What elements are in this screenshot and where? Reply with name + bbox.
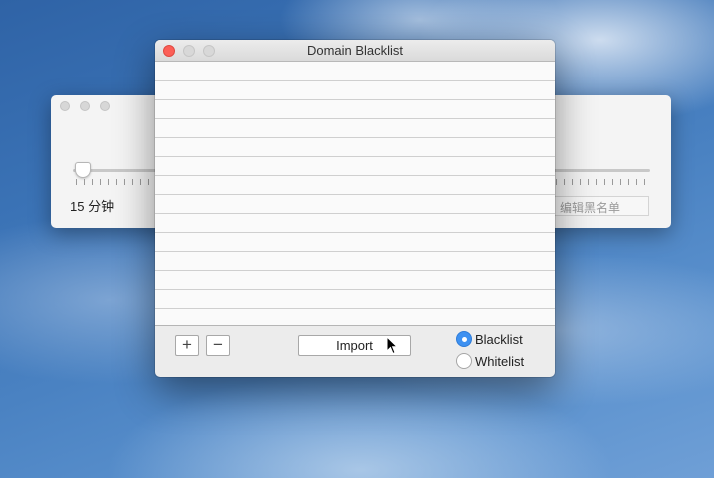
domain-blacklist-window: Domain Blacklist + − Import Blacklist Wh… — [155, 40, 555, 377]
close-dot-icon[interactable] — [60, 101, 70, 111]
blacklist-radio-option[interactable]: Blacklist — [456, 330, 523, 348]
table-row[interactable] — [155, 138, 555, 157]
table-row[interactable] — [155, 195, 555, 214]
domain-list[interactable] — [155, 62, 555, 326]
whitelist-radio-option[interactable]: Whitelist — [456, 352, 524, 370]
table-row[interactable] — [155, 100, 555, 119]
table-row[interactable] — [155, 119, 555, 138]
table-row[interactable] — [155, 271, 555, 290]
minimize-dot-icon[interactable] — [80, 101, 90, 111]
whitelist-radio[interactable] — [456, 353, 472, 369]
table-row[interactable] — [155, 62, 555, 81]
table-row[interactable] — [155, 252, 555, 271]
whitelist-label: Whitelist — [475, 353, 525, 369]
window-title: Domain Blacklist — [306, 43, 404, 58]
table-row[interactable] — [155, 233, 555, 252]
blacklist-radio[interactable] — [456, 331, 472, 347]
table-row[interactable] — [155, 214, 555, 233]
add-domain-button[interactable]: + — [175, 335, 199, 356]
duration-label: 15 分钟 — [70, 199, 115, 214]
duration-slider-thumb[interactable] — [75, 162, 91, 178]
table-row[interactable] — [155, 157, 555, 176]
blacklist-label: Blacklist — [475, 331, 523, 347]
mouse-cursor-icon — [386, 336, 398, 355]
table-row[interactable] — [155, 176, 555, 195]
table-row[interactable] — [155, 290, 555, 309]
remove-domain-button[interactable]: − — [206, 335, 230, 356]
edit-blacklist-field[interactable]: 编辑黑名单 — [553, 196, 649, 216]
title-bar[interactable]: Domain Blacklist — [155, 40, 555, 62]
table-row[interactable] — [155, 81, 555, 100]
zoom-dot-icon[interactable] — [100, 101, 110, 111]
